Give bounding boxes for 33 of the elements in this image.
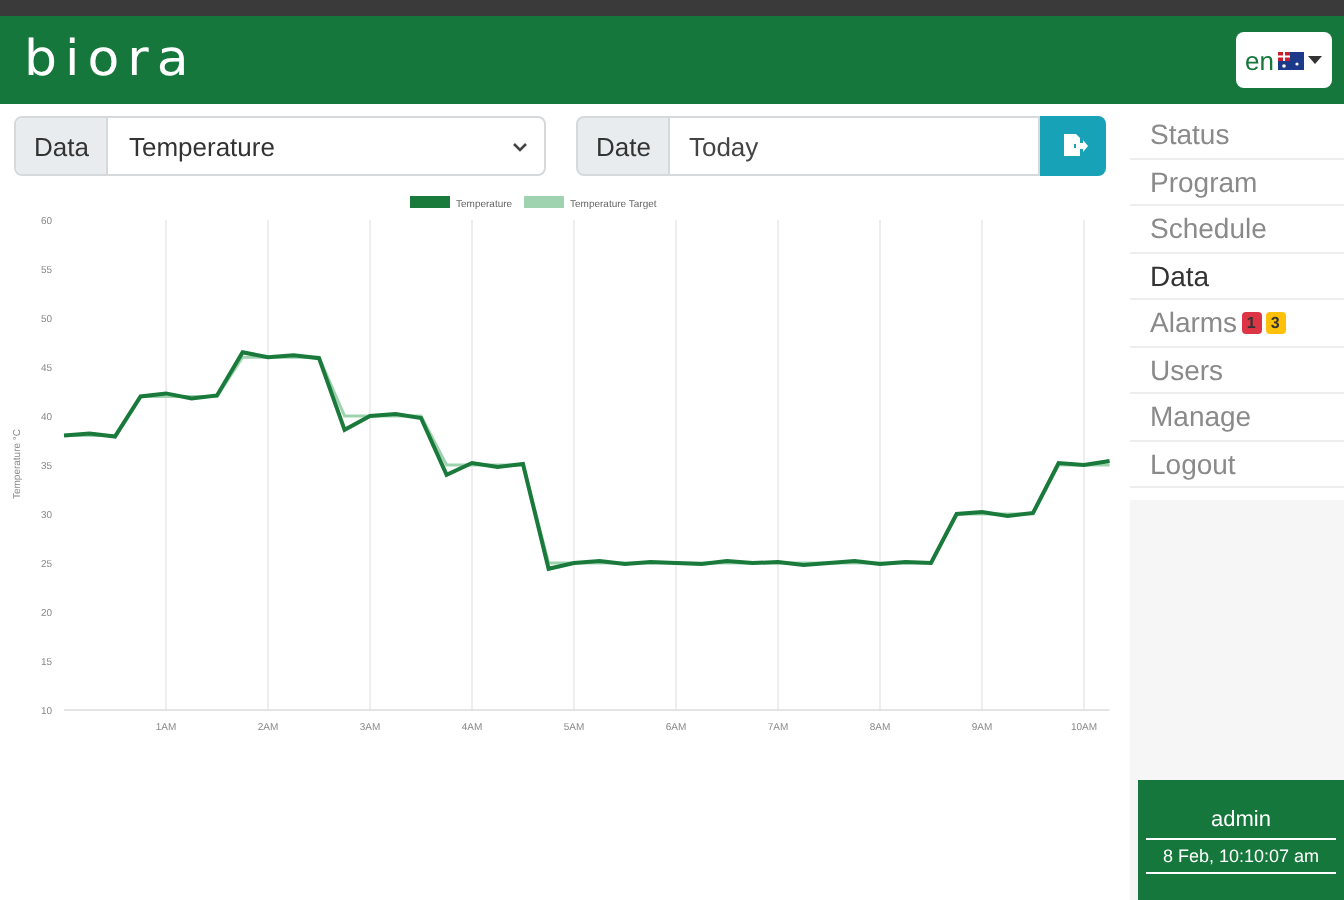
sidebar-item[interactable]: Schedule	[1130, 206, 1344, 253]
sidebar-item[interactable]: Status	[1130, 112, 1344, 159]
sidebar-item-label: Status	[1150, 118, 1230, 151]
caret-icon	[1308, 56, 1322, 64]
legend-swatch	[524, 196, 564, 208]
data-select[interactable]: Temperature	[108, 118, 544, 174]
count-badge: 1	[1241, 311, 1262, 334]
sidebar-item-label: Users	[1150, 353, 1224, 386]
flag-icon	[1278, 51, 1304, 69]
logo: biora	[24, 31, 197, 89]
sidebar-item-label: Logout	[1150, 447, 1236, 480]
export-button[interactable]	[1040, 116, 1106, 176]
data-label: Data	[16, 118, 109, 174]
legend-swatch	[410, 196, 450, 208]
chevron-down-icon	[512, 141, 528, 151]
date-time: 8 Feb, 10:10:07 am	[1146, 840, 1336, 874]
sidebar-item-label: Data	[1150, 259, 1210, 292]
count-badge: 3	[1265, 311, 1286, 334]
user-name: admin	[1146, 808, 1336, 840]
sidebar-item-label: Alarms	[1150, 306, 1238, 339]
sidebar-item-label: Schedule	[1150, 212, 1267, 245]
sidebar-item[interactable]: Alarms 1 3	[1130, 300, 1344, 347]
sidebar-item[interactable]: Program	[1130, 159, 1344, 206]
sidebar-item[interactable]: Data	[1130, 253, 1344, 300]
sidebar-item[interactable]: Logout	[1130, 441, 1344, 488]
date-field[interactable]: Today	[670, 116, 1040, 176]
date-label: Date	[576, 116, 671, 176]
sidebar-item[interactable]: Users	[1130, 347, 1344, 394]
sidebar-item-label: Manage	[1150, 400, 1252, 433]
language-button[interactable]: en	[1235, 32, 1332, 88]
sidebar-item[interactable]: Manage	[1130, 394, 1344, 441]
sidebar-item-label: Program	[1150, 165, 1258, 198]
export-icon	[1059, 132, 1087, 160]
